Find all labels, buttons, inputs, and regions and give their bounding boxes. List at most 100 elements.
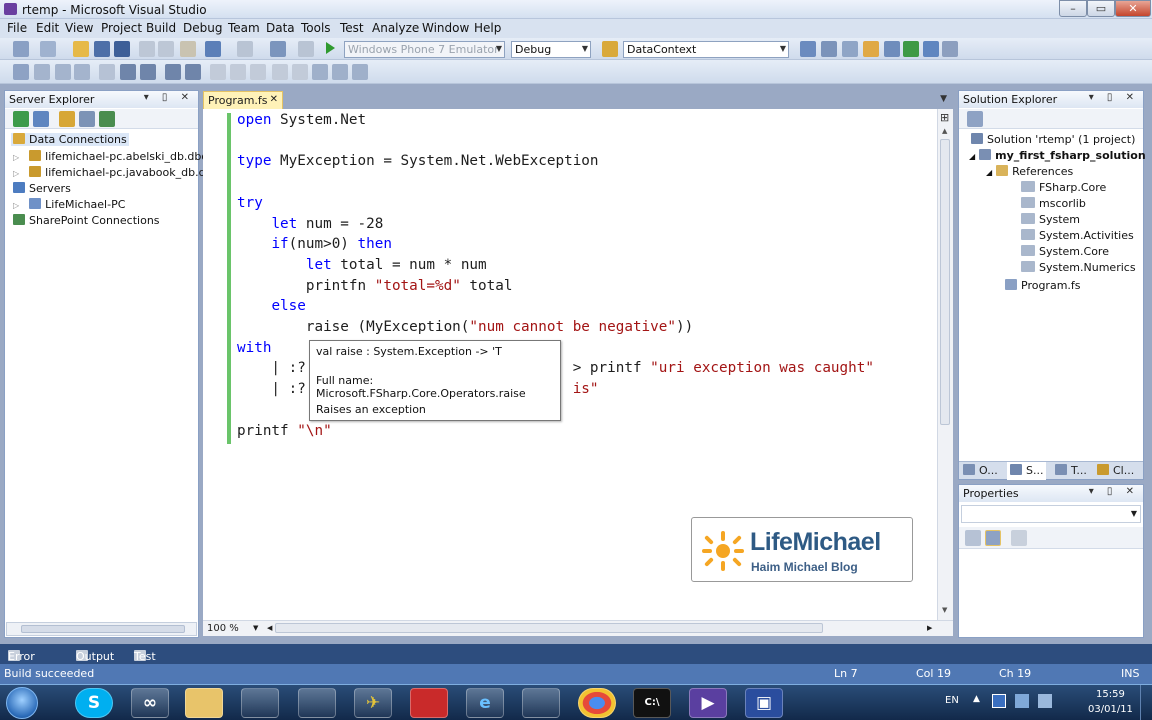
file-explorer-task-icon[interactable] [185,688,223,718]
split-icon[interactable]: ⊞ [940,111,949,124]
clock-time[interactable]: 15:59 [1096,689,1125,700]
menu-tools[interactable]: Tools [301,21,331,35]
solution-item-ref-system-core[interactable]: System.Core [1021,245,1109,258]
menu-help[interactable]: Help [474,21,501,35]
tab-solution-explorer[interactable]: S... [1007,462,1047,480]
open-file-icon[interactable] [73,41,89,57]
editor-vscrollbar[interactable]: ⊞ ▲ ▼ [937,109,953,620]
extension-manager-icon[interactable] [923,41,939,57]
categorized-icon[interactable] [965,530,981,546]
chevron-down-icon[interactable]: ▼ [253,624,258,632]
uncomment-icon[interactable] [185,64,201,80]
tab-list-icon[interactable]: ▼ [940,94,947,104]
scroll-left-icon[interactable]: ◀ [267,624,272,632]
word-completion-icon[interactable] [74,64,90,80]
connect-database-icon[interactable] [59,111,75,127]
paste-icon[interactable] [180,41,196,57]
menu-data[interactable]: Data [266,21,295,35]
collapse-arrow-icon[interactable]: ◢ [969,152,975,161]
quick-info-icon[interactable] [55,64,71,80]
server-explorer-item-lifemichael-pc[interactable]: ▷ LifeMichael-PC [13,198,125,211]
tab-class-view[interactable]: Cl... [1097,464,1134,477]
presenter-task-icon[interactable] [241,688,279,718]
solution-item-ref-system-activities[interactable]: System.Activities [1021,229,1134,242]
server-explorer-item-sharepoint[interactable]: SharePoint Connections [13,214,160,227]
solution-item-references[interactable]: ◢ References [986,165,1073,178]
chrome-task-icon[interactable] [578,688,616,718]
solution-item-ref-system[interactable]: System [1021,213,1080,226]
bookmark-next-icon[interactable] [250,64,266,80]
menu-build[interactable]: Build [146,21,176,35]
internet-explorer-task-icon[interactable]: e [466,688,504,718]
save-icon[interactable] [94,41,110,57]
server-explorer-hscrollbar[interactable] [6,622,197,636]
connect-server-icon[interactable] [79,111,95,127]
redo-icon[interactable] [237,41,253,57]
skype-task-icon[interactable]: S [75,688,113,718]
menu-analyze[interactable]: Analyze [372,21,419,35]
solution-item-ref-fsharp-core[interactable]: FSharp.Core [1021,181,1106,194]
find-in-files-icon[interactable] [800,41,816,57]
indent-more-icon[interactable] [140,64,156,80]
bookmark-doc-prev-icon[interactable] [312,64,328,80]
bird-task-icon[interactable]: ✈ [354,688,392,718]
bookmark-folder-prev-icon[interactable] [272,64,288,80]
solution-item-project[interactable]: ◢ my_first_fsharp_solution [969,149,1146,162]
editor-hscroll-thumb[interactable] [275,623,823,633]
solution-explorer-icon[interactable] [821,41,837,57]
object-browser-icon[interactable] [863,41,879,57]
stop-refresh-icon[interactable] [33,111,49,127]
find-combo[interactable]: DataContext ▼ [623,41,789,58]
save-all-icon[interactable] [114,41,130,57]
alphabetical-icon[interactable] [985,530,1001,546]
menu-file[interactable]: File [7,21,27,35]
command-prompt-task-icon[interactable]: C:\ [633,688,671,718]
show-hidden-icons-icon[interactable]: ▲ [973,694,980,704]
bookmark-prev-icon[interactable] [230,64,246,80]
tray-app-icon[interactable] [992,694,1006,708]
notepad-task-icon[interactable] [298,688,336,718]
solution-item-ref-system-numerics[interactable]: System.Numerics [1021,261,1136,274]
properties-window-icon[interactable] [842,41,858,57]
properties-icon[interactable] [967,111,983,127]
input-language[interactable]: EN [945,695,959,706]
parameter-info-icon[interactable] [34,64,50,80]
server-explorer-item-abelski-db[interactable]: ▷ lifemichael-pc.abelski_db.dbo [13,150,208,163]
toolbox-icon[interactable] [884,41,900,57]
expand-arrow-icon[interactable]: ▷ [13,201,19,210]
start-button[interactable] [6,687,38,719]
expand-arrow-icon[interactable]: ▷ [13,169,19,178]
undo-icon[interactable] [205,41,221,57]
command-window-icon[interactable] [942,41,958,57]
server-explorer-item-javabook-db[interactable]: ▷ lifemichael-pc.javabook_db.dbo [13,166,219,179]
new-project-icon[interactable] [13,41,29,57]
collapse-arrow-icon[interactable]: ◢ [986,168,992,177]
configuration-select[interactable]: Debug ▼ [511,41,591,58]
clear-bookmarks-icon[interactable] [352,64,368,80]
indent-icon[interactable] [120,64,136,80]
menu-view[interactable]: View [65,21,93,35]
add-item-icon[interactable] [40,41,56,57]
expand-arrow-icon[interactable]: ▷ [13,153,19,162]
visual-studio-task-icon[interactable]: ▶ [689,688,727,718]
close-tab-icon[interactable]: ✕ [270,94,278,105]
clock-date[interactable]: 03/01/11 [1088,704,1133,715]
scroll-up-icon[interactable]: ▲ [942,127,947,135]
tab-program-fs[interactable]: Program.fs ✕ [203,91,283,109]
acrobat-task-icon[interactable] [410,688,448,718]
scroll-right-icon[interactable]: ▶ [927,624,932,632]
server-explorer-item-servers[interactable]: Servers [13,182,71,195]
menu-project[interactable]: Project [101,21,142,35]
comment-out-icon[interactable] [165,64,181,80]
navigate-forward-icon[interactable] [298,41,314,57]
paint-task-icon[interactable] [522,688,560,718]
volume-icon[interactable] [1038,694,1052,708]
find-icon[interactable] [602,41,618,57]
minimize-button[interactable]: – [1059,0,1087,17]
close-button[interactable]: ✕ [1115,0,1151,17]
tab-team-explorer[interactable]: T... [1055,464,1087,477]
scroll-thumb[interactable] [940,139,950,425]
menu-test[interactable]: Test [340,21,364,35]
menu-edit[interactable]: Edit [36,21,59,35]
server-explorer-item-data-connections[interactable]: Data Connections [11,133,129,146]
